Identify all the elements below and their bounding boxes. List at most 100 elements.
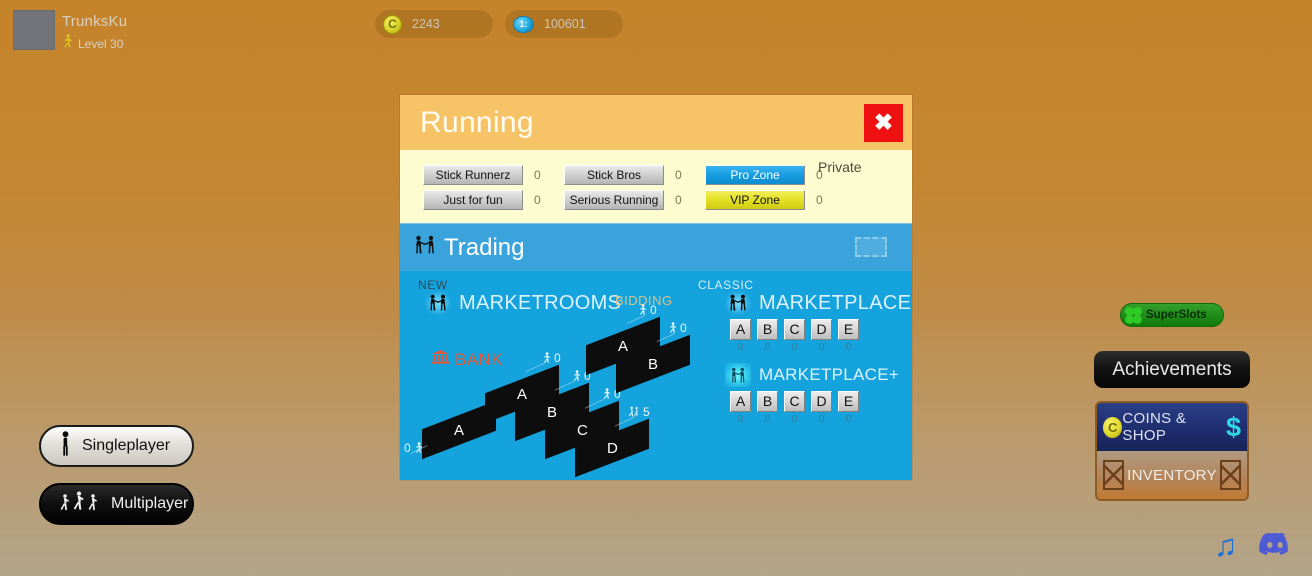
- resize-handle[interactable]: [855, 237, 887, 257]
- marketplace-cell: A 0: [730, 319, 751, 353]
- private-label: Private: [818, 159, 862, 175]
- avatar[interactable]: [13, 10, 55, 50]
- music-icon[interactable]: ♫: [1214, 530, 1237, 561]
- top-bar: TrunksKu Level 30 C 2243 1: 100601: [0, 0, 1312, 51]
- room-button-pro-zone[interactable]: Pro Zone: [705, 165, 805, 185]
- multiplayer-label: Multiplayer: [111, 495, 189, 512]
- marketplace-plus-count-e: 0: [845, 414, 852, 425]
- multiplayer-button[interactable]: Multiplayer: [39, 483, 194, 525]
- room-column-2: Stick Bros 0 Serious Running 0: [564, 163, 682, 213]
- marketplace-plus-cell: C 0: [784, 391, 805, 425]
- marketplace-plus-letter-grid: A 0 B 0 C 0 D 0 E 0: [730, 391, 859, 425]
- dollar-icon: $: [1225, 411, 1241, 442]
- dialog-header: Running ✖: [400, 95, 912, 150]
- marketplace-count-e: 0: [845, 342, 852, 353]
- dialog-title: Running: [420, 105, 534, 139]
- marketplace-cell: C 0: [784, 319, 805, 353]
- marketplace-people-icon: [725, 291, 751, 315]
- superslots-button[interactable]: SuperSlots: [1120, 303, 1224, 327]
- marketplace-count-d: 0: [818, 342, 825, 353]
- room-column-1: Stick Runnerz 0 Just for fun 0: [423, 163, 541, 213]
- trading-people-icon: [414, 235, 436, 260]
- room-count: 0: [675, 193, 682, 207]
- marketplace-plus-count-a: 0: [737, 414, 744, 425]
- crate-icon-left: [1103, 460, 1124, 490]
- discord-icon[interactable]: [1258, 530, 1292, 563]
- room-count: 0: [534, 193, 541, 207]
- bank-text: BANK: [455, 350, 504, 369]
- marketplace-plus-cell: B 0: [757, 391, 778, 425]
- iso-occupancy-main-a: 0: [542, 351, 561, 365]
- marketplace-title: MARKETPLACE: [725, 291, 911, 315]
- singleplayer-button[interactable]: Singleplayer: [39, 425, 194, 467]
- close-button[interactable]: ✖: [864, 103, 903, 142]
- marketplace-plus-count-d: 0: [818, 414, 825, 425]
- marketplace-plus-title: MARKETPLACE+: [725, 363, 899, 387]
- gems-counter[interactable]: 1: 100601: [505, 10, 623, 38]
- room-count: 0: [816, 193, 823, 207]
- marketplace-plus-room-e[interactable]: E: [838, 391, 859, 412]
- room-count: 0: [534, 168, 541, 182]
- marketplace-cell: B 0: [757, 319, 778, 353]
- marketrooms-isometric-map: BIDDING BANK A 0 A 0 B 0 C 0 D 5 A 0 B 0: [400, 271, 700, 480]
- room-entry: Stick Runnerz 0: [423, 163, 541, 187]
- room-entry: Serious Running 0: [564, 188, 682, 212]
- marketplace-count-b: 0: [764, 342, 771, 353]
- coins-value: 2243: [412, 17, 440, 31]
- running-dialog: Running ✖ Stick Runnerz 0 Just for fun 0…: [400, 95, 912, 480]
- room-button-serious-running[interactable]: Serious Running: [564, 190, 664, 210]
- iso-occupancy-bank-a: 0: [404, 441, 423, 455]
- coins-and-shop-button[interactable]: C COINS & SHOP $: [1097, 403, 1247, 451]
- runner-icon: [62, 34, 73, 54]
- marketplace-plus-count-c: 0: [791, 414, 798, 425]
- marketplace-cell: E 0: [838, 319, 859, 353]
- marketplace-count-a: 0: [737, 342, 744, 353]
- room-button-stick-runnerz[interactable]: Stick Runnerz: [423, 165, 523, 185]
- singleplayer-label: Singleplayer: [82, 437, 171, 454]
- marketplace-room-a[interactable]: A: [730, 319, 751, 340]
- room-button-stick-bros[interactable]: Stick Bros: [564, 165, 664, 185]
- marketplace-plus-label: MARKETPLACE+: [759, 365, 900, 384]
- trading-header: Trading: [400, 223, 912, 271]
- room-entry: Just for fun 0: [423, 188, 541, 212]
- bank-label: BANK: [432, 350, 503, 370]
- level-label: Level 30: [78, 37, 124, 51]
- shop-panel: C COINS & SHOP $ INVENTORY: [1095, 401, 1249, 501]
- gem-icon: 1:: [513, 15, 534, 33]
- superslots-label: SuperSlots: [1146, 309, 1207, 321]
- marketplace-count-c: 0: [791, 342, 798, 353]
- achievements-label: Achievements: [1112, 358, 1232, 380]
- marketplace-room-e[interactable]: E: [838, 319, 859, 340]
- iso-occupancy-bidding-a: 0: [638, 303, 657, 317]
- inventory-button[interactable]: INVENTORY: [1097, 451, 1247, 499]
- marketplace-plus-people-icon: [725, 363, 751, 387]
- marketplace-room-b[interactable]: B: [757, 319, 778, 340]
- room-entry: VIP Zone 0: [705, 188, 823, 212]
- trading-title: Trading: [444, 233, 525, 261]
- tag-classic: CLASSIC: [698, 278, 754, 292]
- achievements-button[interactable]: Achievements: [1094, 351, 1250, 388]
- marketplace-plus-room-a[interactable]: A: [730, 391, 751, 412]
- coins-and-shop-label: COINS & SHOP: [1122, 410, 1187, 444]
- rooms-area: Stick Runnerz 0 Just for fun 0 Stick Bro…: [400, 150, 912, 223]
- coins-counter[interactable]: C 2243: [375, 10, 493, 38]
- room-button-just-for-fun[interactable]: Just for fun: [423, 190, 523, 210]
- marketplace-plus-room-b[interactable]: B: [757, 391, 778, 412]
- marketplace-plus-room-d[interactable]: D: [811, 391, 832, 412]
- marketplace-room-d[interactable]: D: [811, 319, 832, 340]
- marketplace-plus-cell: D 0: [811, 391, 832, 425]
- iso-occupancy-bidding-b: 0: [668, 321, 687, 335]
- room-count: 0: [675, 168, 682, 182]
- marketplace-room-c[interactable]: C: [784, 319, 805, 340]
- marketplace-plus-room-c[interactable]: C: [784, 391, 805, 412]
- room-entry: Pro Zone 0: [705, 163, 823, 187]
- marketplace-label: MARKETPLACE: [759, 291, 912, 314]
- coin-icon: C: [383, 14, 402, 34]
- room-button-vip-zone[interactable]: VIP Zone: [705, 190, 805, 210]
- single-runner-icon: [59, 430, 72, 462]
- multi-runners-icon: [59, 490, 101, 519]
- marketplace-cell: D 0: [811, 319, 832, 353]
- room-entry: Stick Bros 0: [564, 163, 682, 187]
- bank-icon: [432, 350, 449, 370]
- trading-body: NEW CLASSIC MARKETROOMS MARKETPLACE MARK…: [400, 271, 912, 480]
